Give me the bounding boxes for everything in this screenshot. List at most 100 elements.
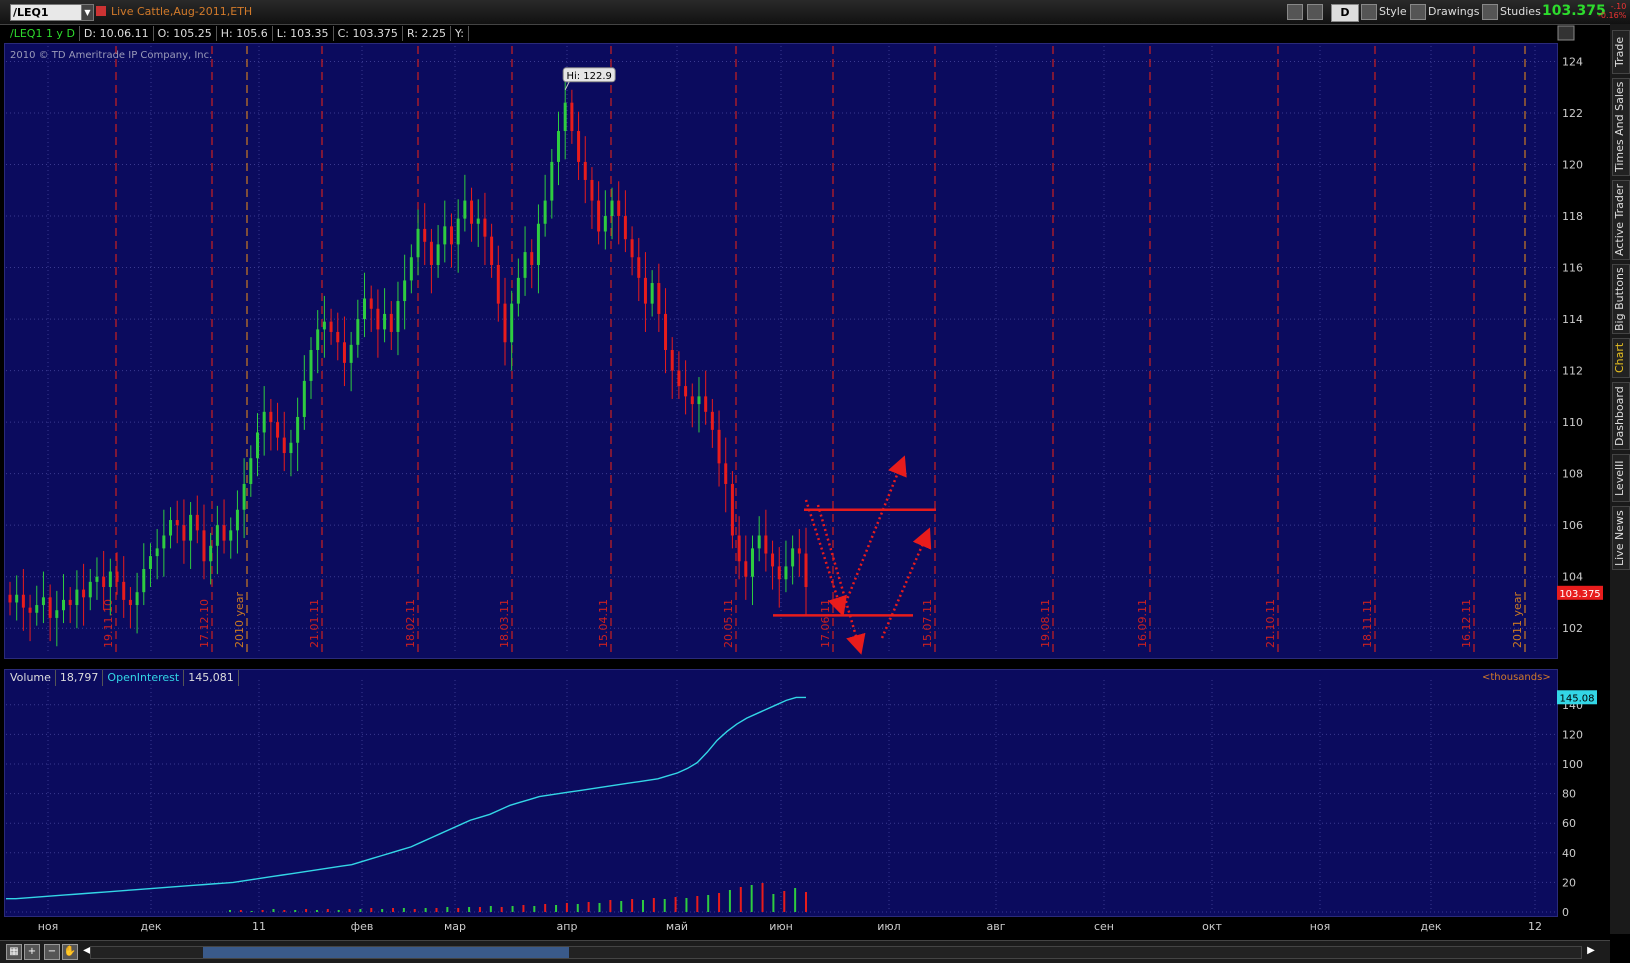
price-candle-body bbox=[423, 228, 427, 242]
price-candle-body bbox=[162, 535, 166, 549]
volume-bar bbox=[685, 898, 688, 912]
scroll-right-icon[interactable]: ▶ bbox=[1584, 944, 1598, 958]
zoom-out-icon[interactable]: − bbox=[44, 944, 60, 960]
price-candle-body bbox=[764, 535, 768, 554]
volume-bar bbox=[381, 909, 384, 912]
price-tick-label: 112 bbox=[1562, 365, 1583, 378]
volume-bar bbox=[761, 883, 764, 912]
price-candle-body bbox=[463, 200, 467, 219]
chart-settings-icon bbox=[1557, 25, 1575, 41]
side-tab-dashboard[interactable]: Dashboard bbox=[1612, 382, 1630, 450]
side-tab-trade[interactable]: Trade bbox=[1612, 30, 1630, 74]
volume-bar bbox=[337, 910, 340, 912]
side-tab-levelii[interactable]: LevelII bbox=[1612, 454, 1630, 502]
price-candle-body bbox=[750, 548, 754, 577]
volume-bar bbox=[522, 905, 525, 912]
price-candle-body bbox=[276, 422, 280, 438]
price-candle-body bbox=[28, 607, 32, 613]
expiration-marker-label: 19.08.11 bbox=[1039, 599, 1052, 648]
expiration-marker-label: 20.05.11 bbox=[722, 599, 735, 648]
volume-bar bbox=[707, 895, 710, 912]
price-candle-body bbox=[376, 308, 380, 330]
month-label: июн bbox=[769, 920, 793, 933]
price-candle-body bbox=[717, 429, 721, 464]
price-candle-body bbox=[664, 313, 668, 350]
price-candle-body bbox=[523, 252, 527, 278]
price-candle-body bbox=[62, 599, 66, 611]
price-candle-body bbox=[82, 589, 86, 598]
price-candle-body bbox=[222, 525, 226, 541]
price-candle-body bbox=[269, 411, 273, 423]
volume-bar bbox=[229, 910, 231, 912]
chart-canvas[interactable]: 102 104 106 108 110 112 114 116 118 120 122 124 0 20 4… bbox=[0, 0, 1610, 940]
price-candle-body bbox=[48, 597, 52, 618]
expiration-marker-label: 17.12.10 bbox=[198, 599, 211, 648]
price-candle-body bbox=[309, 350, 313, 381]
price-candle-body bbox=[777, 566, 781, 580]
zoom-fit-icon[interactable]: ▦ bbox=[6, 944, 22, 960]
price-candle-body bbox=[416, 228, 420, 258]
volume-bar bbox=[392, 908, 395, 912]
price-candle-body bbox=[730, 483, 734, 536]
hand-tool-icon[interactable]: ✋ bbox=[62, 944, 78, 960]
price-candle-body bbox=[409, 257, 413, 281]
price-candle-body bbox=[637, 257, 641, 278]
price-candle-body bbox=[744, 561, 748, 577]
expiration-marker-label: 15.04.11 bbox=[597, 599, 610, 648]
price-candle-body bbox=[21, 594, 25, 608]
volume-bar bbox=[620, 901, 623, 912]
expiration-marker-label: 2010 year bbox=[233, 591, 246, 648]
price-candle-body bbox=[583, 161, 587, 180]
volume-bar bbox=[565, 903, 568, 912]
price-candle-body bbox=[122, 581, 126, 600]
month-label: фев bbox=[351, 920, 374, 933]
price-candle-body bbox=[242, 483, 246, 510]
price-candle-body bbox=[530, 252, 534, 265]
zoom-in-icon[interactable]: + bbox=[24, 944, 40, 960]
price-candle-body bbox=[296, 416, 300, 443]
volume-bar bbox=[500, 907, 503, 912]
time-scrollbar[interactable] bbox=[90, 946, 1582, 959]
expiration-marker-label: 17.06.11 bbox=[819, 599, 832, 648]
volume-bar bbox=[718, 893, 721, 912]
price-candle-body bbox=[282, 437, 286, 454]
volume-bar bbox=[750, 885, 753, 912]
side-tab-big-buttons[interactable]: Big Buttons bbox=[1612, 264, 1630, 334]
volume-bar bbox=[576, 904, 579, 912]
volume-bar bbox=[261, 910, 264, 912]
price-candle-body bbox=[496, 264, 500, 304]
oi-tick-label: 40 bbox=[1562, 847, 1576, 860]
oi-tick-label: 60 bbox=[1562, 817, 1576, 830]
price-candle-body bbox=[135, 592, 139, 606]
price-candle-body bbox=[791, 548, 795, 567]
price-candle-body bbox=[643, 277, 647, 304]
price-candle-body bbox=[429, 241, 433, 265]
side-tab-live-news[interactable]: Live News bbox=[1612, 506, 1630, 570]
price-candle-body bbox=[249, 458, 253, 484]
volume-bar bbox=[305, 909, 308, 912]
month-label: 12 bbox=[1528, 920, 1542, 933]
scrollbar-thumb[interactable] bbox=[203, 947, 569, 958]
high-label-text: Hi: 122.9 bbox=[566, 71, 611, 82]
price-candle-body bbox=[95, 576, 99, 582]
price-tick-label: 124 bbox=[1562, 55, 1583, 68]
price-candle-body bbox=[209, 545, 213, 562]
oi-tick-label: 0 bbox=[1562, 906, 1569, 919]
expiration-marker-label: 2011 year bbox=[1511, 591, 1524, 648]
volume-bar bbox=[772, 894, 775, 912]
price-candle-body bbox=[510, 303, 514, 343]
volume-bar bbox=[511, 906, 514, 912]
price-candle-body bbox=[503, 303, 507, 343]
side-tab-chart[interactable]: Chart bbox=[1612, 338, 1630, 378]
price-tick-label: 104 bbox=[1562, 571, 1583, 584]
volume-bar bbox=[609, 900, 612, 912]
price-candle-body bbox=[235, 509, 239, 531]
oi-tick-label: 80 bbox=[1562, 788, 1576, 801]
volume-bar bbox=[652, 898, 655, 912]
price-candle-body bbox=[449, 226, 453, 245]
side-tab-times-and-sales[interactable]: Times And Sales bbox=[1612, 78, 1630, 176]
side-tab-active-trader[interactable]: Active Trader bbox=[1612, 180, 1630, 260]
price-candle-body bbox=[342, 342, 346, 363]
expiration-marker-label: 21.10.11 bbox=[1264, 599, 1277, 648]
price-tick-label: 102 bbox=[1562, 622, 1583, 635]
